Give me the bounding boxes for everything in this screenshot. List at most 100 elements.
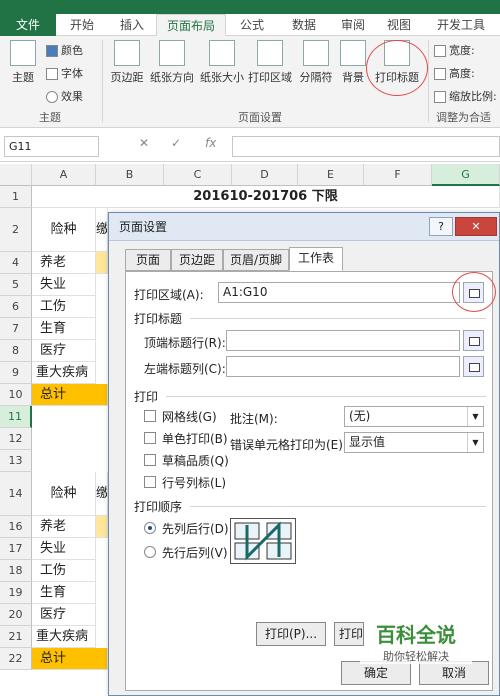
row-header[interactable]: 18 — [0, 560, 32, 582]
table-cell[interactable]: 工伤 — [32, 560, 96, 582]
rowcol-checkbox[interactable] — [144, 476, 156, 488]
insert-function-icon[interactable]: fx — [205, 136, 216, 150]
column-header[interactable]: G — [432, 164, 500, 186]
header-cell[interactable]: 缴 — [96, 208, 108, 252]
width-button[interactable]: 宽度: — [434, 42, 475, 58]
header-cell[interactable]: 险种 — [32, 208, 96, 252]
row-header[interactable]: 10 — [0, 384, 32, 406]
fonts-button[interactable]: 字体 — [46, 65, 83, 81]
tab-developer[interactable]: 开发工具 — [422, 14, 500, 36]
print-area-input[interactable]: A1:G10 — [218, 282, 460, 303]
cancel-icon[interactable]: ✕ — [139, 136, 149, 150]
comments-select[interactable]: (无) ▼ — [344, 406, 484, 427]
row-header[interactable]: 13 — [0, 450, 32, 472]
tab-view[interactable]: 视图 — [376, 14, 422, 36]
table-cell[interactable] — [96, 252, 108, 274]
background-button[interactable]: 背景 — [338, 40, 368, 85]
top-rows-input[interactable] — [226, 330, 460, 351]
tab-header-footer[interactable]: 页眉/页脚 — [223, 249, 289, 271]
name-box[interactable]: G11 — [4, 136, 99, 157]
tab-page[interactable]: 页面 — [125, 249, 171, 271]
table-cell[interactable]: 养老 — [32, 516, 96, 538]
row-header[interactable]: 22 — [0, 648, 32, 670]
enter-icon[interactable]: ✓ — [171, 136, 181, 150]
draft-label: 草稿品质(Q) — [162, 454, 229, 468]
colors-button[interactable]: 颜色 — [46, 42, 83, 58]
help-button[interactable]: ? — [429, 217, 453, 236]
tab-margins[interactable]: 页边距 — [171, 249, 223, 271]
column-header[interactable]: D — [232, 164, 298, 186]
draft-checkbox[interactable] — [144, 454, 156, 466]
table-cell[interactable]: 生育 — [32, 582, 96, 604]
row-header[interactable]: 1 — [0, 186, 32, 208]
rowcol-label: 行号列标(L) — [162, 476, 227, 490]
column-header[interactable]: E — [298, 164, 364, 186]
print-area-button[interactable]: 打印区域 — [246, 40, 294, 85]
row-header[interactable]: 14 — [0, 472, 32, 516]
column-header[interactable]: B — [96, 164, 164, 186]
row-header[interactable]: 11 — [0, 406, 32, 428]
header-cell[interactable]: 缴 — [96, 472, 108, 516]
tab-sheet[interactable]: 工作表 — [289, 247, 343, 271]
table-cell[interactable]: 工伤 — [32, 296, 96, 318]
left-cols-input[interactable] — [226, 356, 460, 377]
row-header[interactable]: 16 — [0, 516, 32, 538]
gridlines-checkbox[interactable] — [144, 410, 156, 422]
table-cell[interactable]: 失业 — [32, 538, 96, 560]
tab-insert[interactable]: 插入 — [108, 14, 156, 36]
print-button[interactable]: 打印(P)... — [256, 622, 326, 646]
errors-select[interactable]: 显示值 ▼ — [344, 432, 484, 453]
table-cell[interactable]: 重大疾病 — [32, 626, 96, 648]
table-cell[interactable]: 养老 — [32, 252, 96, 274]
column-header[interactable]: C — [164, 164, 232, 186]
collapse-dialog-icon[interactable] — [463, 330, 484, 351]
scale-button[interactable]: 缩放比例: — [434, 88, 497, 104]
row-header[interactable]: 2 — [0, 208, 32, 252]
divider — [190, 506, 486, 507]
table-cell[interactable]: 总计 — [32, 648, 108, 670]
watermark-logo: 百科全说 助你轻松解决 — [360, 622, 472, 670]
row-header[interactable]: 7 — [0, 318, 32, 340]
close-button[interactable]: ✕ — [455, 217, 497, 236]
bw-checkbox[interactable] — [144, 432, 156, 444]
tab-data[interactable]: 数据 — [278, 14, 330, 36]
row-header[interactable]: 19 — [0, 582, 32, 604]
table-cell[interactable]: 生育 — [32, 318, 96, 340]
breaks-button[interactable]: 分隔符 — [296, 40, 336, 85]
tab-file[interactable]: 文件 — [0, 14, 56, 36]
tab-formulas[interactable]: 公式 — [226, 14, 278, 36]
table-cell[interactable]: 总计 — [32, 384, 108, 406]
formula-input[interactable] — [232, 136, 500, 157]
row-header[interactable]: 5 — [0, 274, 32, 296]
margins-button[interactable]: 页边距 — [108, 40, 146, 85]
size-button[interactable]: 纸张大小 — [198, 40, 246, 85]
table-cell[interactable]: 失业 — [32, 274, 96, 296]
height-button[interactable]: 高度: — [434, 65, 475, 81]
orientation-button[interactable]: 纸张方向 — [148, 40, 196, 85]
tab-page-layout[interactable]: 页面布局 — [156, 14, 226, 37]
row-header[interactable]: 21 — [0, 626, 32, 648]
themes-button[interactable]: 主题 — [6, 40, 40, 85]
header-cell[interactable]: 险种 — [32, 472, 96, 516]
collapse-dialog-icon[interactable] — [463, 356, 484, 377]
effects-button[interactable]: 效果 — [46, 88, 83, 104]
tab-review[interactable]: 审阅 — [330, 14, 376, 36]
column-header[interactable]: F — [364, 164, 432, 186]
over-down-radio[interactable] — [144, 546, 156, 558]
row-header[interactable]: 17 — [0, 538, 32, 560]
row-header[interactable]: 12 — [0, 428, 32, 450]
row-header[interactable]: 6 — [0, 296, 32, 318]
row-header[interactable]: 20 — [0, 604, 32, 626]
tab-home[interactable]: 开始 — [56, 14, 108, 36]
table-cell[interactable]: 重大疾病 — [32, 362, 96, 384]
row-header[interactable]: 4 — [0, 252, 32, 274]
down-over-radio[interactable] — [144, 522, 156, 534]
select-all-corner[interactable] — [0, 164, 32, 186]
sheet-title[interactable]: 201610-201706 下限 — [32, 186, 500, 208]
table-cell[interactable] — [96, 516, 108, 538]
row-header[interactable]: 9 — [0, 362, 32, 384]
column-header[interactable]: A — [32, 164, 96, 186]
table-cell[interactable]: 医疗 — [32, 604, 96, 626]
row-header[interactable]: 8 — [0, 340, 32, 362]
table-cell[interactable]: 医疗 — [32, 340, 96, 362]
